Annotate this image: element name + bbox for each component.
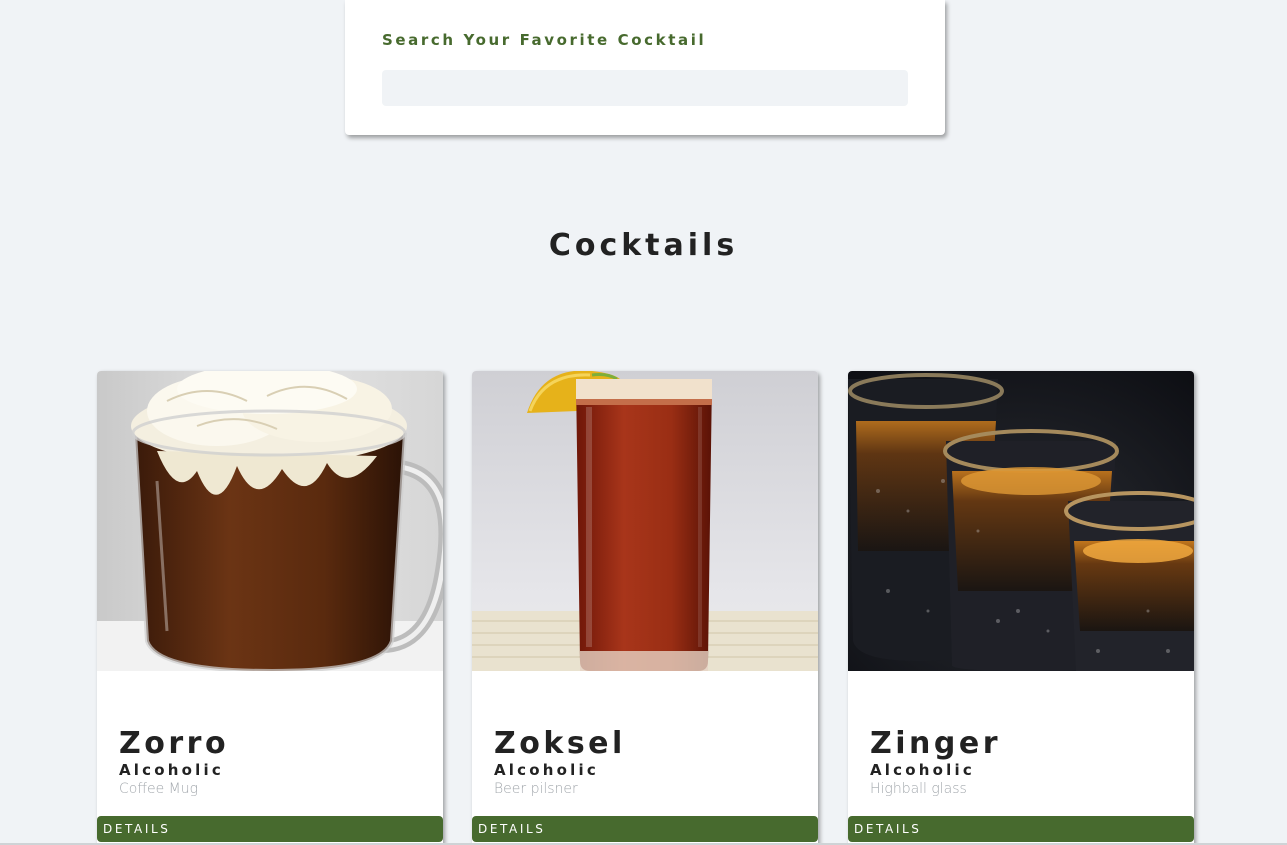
details-button[interactable]: DETAILS (472, 816, 818, 842)
details-button[interactable]: DETAILS (97, 816, 443, 842)
search-input[interactable] (382, 70, 908, 106)
cocktail-name: Zorro (119, 726, 230, 761)
search-form: Search Your Favorite Cocktail (345, 0, 945, 135)
cocktail-glass: Highball glass (870, 781, 967, 797)
cocktail-glass: Coffee Mug (119, 781, 199, 797)
cocktail-image (97, 371, 443, 671)
cocktail-type: Alcoholic (119, 760, 224, 779)
details-button[interactable]: DETAILS (848, 816, 1194, 842)
search-label: Search Your Favorite Cocktail (382, 31, 707, 49)
cocktail-name: Zinger (870, 726, 1002, 761)
cocktail-card: Zinger Alcoholic Highball glass DETAILS (848, 371, 1194, 845)
cocktail-name: Zoksel (494, 726, 626, 761)
cocktail-image (472, 371, 818, 671)
section-title: Cocktails (548, 228, 739, 263)
cocktail-glass: Beer pilsner (494, 781, 578, 797)
cocktail-image (848, 371, 1194, 671)
cocktail-card: Zoksel Alcoholic Beer pilsner DETAILS (472, 371, 818, 845)
cocktail-card: Zorro Alcoholic Coffee Mug DETAILS (97, 371, 443, 845)
cocktail-type: Alcoholic (494, 760, 599, 779)
cocktail-type: Alcoholic (870, 760, 975, 779)
